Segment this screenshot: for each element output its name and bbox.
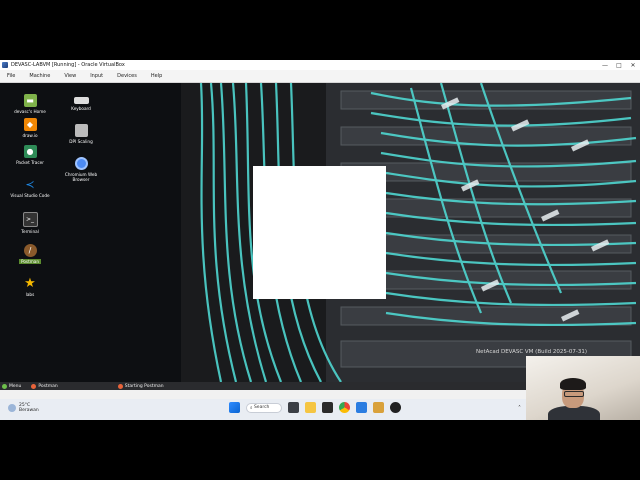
close-button[interactable]: ✕ (626, 62, 640, 69)
keyboard-icon (73, 97, 89, 104)
person-body (548, 406, 600, 420)
star-icon: ★ (24, 275, 36, 291)
desktop-icon-terminal[interactable]: >_ Terminal (8, 212, 52, 234)
vscode-icon[interactable] (356, 402, 367, 413)
folder-icon: ▬ (23, 94, 37, 107)
dpi-scaling-icon (74, 124, 88, 137)
desktop-icon-home[interactable]: ▬ devasc's Home (8, 94, 52, 114)
menu-devices[interactable]: Devices (110, 73, 144, 79)
webcam-overlay (526, 356, 640, 420)
vbox-titlebar[interactable]: DEVASC-LABVM [Running] - Oracle VirtualB… (0, 60, 640, 70)
host-search-box[interactable]: ⌕ Search (246, 402, 282, 413)
minimize-button[interactable]: — (598, 62, 612, 69)
terminal-icon: >_ (22, 212, 38, 227)
wallpaper-server-rack (181, 83, 640, 382)
guest-desktop[interactable]: ▬ devasc's Home ◆ draw.io ● Packet Trace… (0, 83, 640, 382)
windows-start-icon[interactable] (229, 402, 240, 413)
window-controls: — □ ✕ (598, 62, 640, 69)
menu-file[interactable]: File (0, 73, 22, 79)
weather-widget[interactable]: 25°C Berawan (8, 403, 39, 413)
wallpaper-cables (199, 83, 640, 382)
desktop-icon-chromium[interactable]: Chromium Web Browser (59, 157, 103, 182)
host-taskbar-icons: ⌕ Search (226, 402, 404, 413)
drawio-icon: ◆ (23, 118, 37, 131)
vbox-menubar: File Machine View Input Devices Help (0, 70, 640, 83)
mint-menu-icon (2, 383, 7, 389)
postman-icon: / (23, 244, 37, 257)
person-hair (560, 378, 586, 390)
virtualbox-icon[interactable] (373, 402, 384, 413)
menu-view[interactable]: View (57, 73, 83, 79)
taskbar-item-starting-postman[interactable]: Starting Postman (116, 383, 164, 389)
maximize-button[interactable]: □ (612, 62, 626, 69)
desktop-icon-packet-tracer[interactable]: ● Packet Tracer (8, 145, 52, 165)
packet-tracer-icon: ● (23, 145, 37, 158)
desktop-icon-labs[interactable]: ★ labs (8, 275, 52, 297)
menu-help[interactable]: Help (144, 73, 169, 79)
person-glasses (564, 391, 584, 397)
taskbar-item-postman[interactable]: Postman (29, 383, 58, 389)
guest-menu-button[interactable]: Menu (0, 383, 21, 389)
cloud-icon (8, 404, 16, 412)
chrome-icon[interactable] (339, 402, 350, 413)
file-explorer-icon[interactable] (305, 402, 316, 413)
menu-machine[interactable]: Machine (22, 73, 57, 79)
desktop-icon-drawio[interactable]: ◆ draw.io (8, 118, 52, 138)
desktop-icon-postman[interactable]: / Postman (8, 244, 52, 264)
menu-input[interactable]: Input (83, 73, 110, 79)
virtualbox-icon (2, 62, 8, 68)
postman-icon (31, 383, 37, 389)
weather-desc: Berawan (19, 408, 39, 413)
desktop-icon-dpi-scaling[interactable]: DPI Scaling (59, 124, 103, 144)
chromium-icon (74, 157, 88, 170)
task-view-icon[interactable] (288, 402, 299, 413)
desktop-icon-vscode[interactable]: ≺ Visual Studio Code (8, 178, 52, 198)
window-title: DEVASC-LABVM [Running] - Oracle VirtualB… (11, 62, 125, 68)
desktop-icon-keyboard[interactable]: Keyboard (59, 94, 103, 111)
obs-icon[interactable] (390, 402, 401, 413)
wallpaper-watermark: NetAcad DEVASC VM (Build 2025-07-31) (476, 349, 587, 355)
chevron-up-icon[interactable]: ˄ (518, 405, 521, 412)
postman-icon (117, 383, 123, 389)
app-icon-dark[interactable] (322, 402, 333, 413)
blank-dialog-window[interactable] (253, 166, 386, 299)
vscode-icon: ≺ (25, 177, 35, 191)
